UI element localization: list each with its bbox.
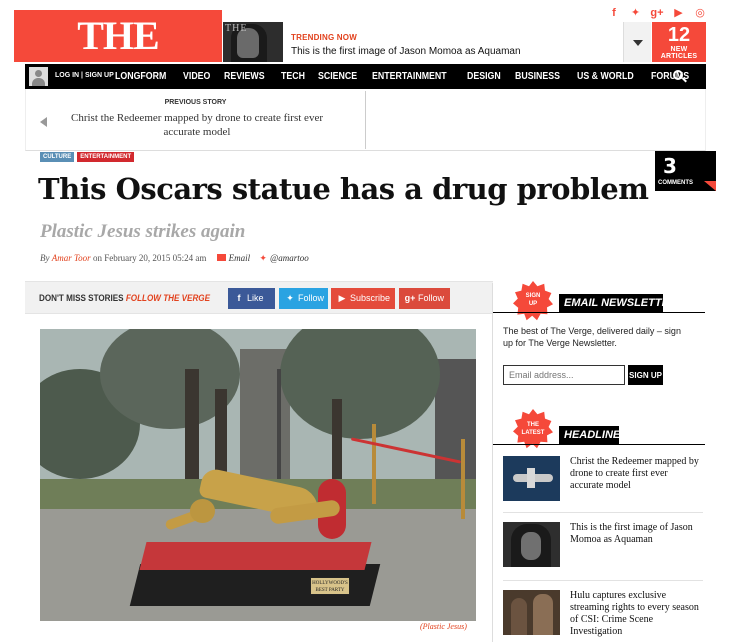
latest-badge-line1: THE	[527, 422, 539, 428]
article-headline: This Oscars statue has a drug problem	[38, 172, 649, 206]
story-divider	[365, 91, 366, 149]
new-articles-label: NEW ARTICLES	[660, 46, 698, 60]
newsletter-rule	[493, 312, 705, 313]
new-articles-count: 12	[667, 24, 691, 46]
follow-bar: DON'T MISS STORIES FOLLOW THE VERGE f Lik…	[25, 281, 493, 314]
statue-plaque: HOLLYWOOD'S BEST PARTY	[310, 577, 350, 595]
twitter-icon: ✦	[286, 293, 294, 303]
twitter-handle-link[interactable]: @amartoo	[270, 253, 309, 263]
byline: By Amar Toor on February 20, 2015 05:24 …	[40, 253, 309, 264]
headline-title[interactable]: Christ the Redeemer mapped by drone to c…	[570, 456, 703, 492]
headline-title[interactable]: Hulu captures exclusive streaming rights…	[570, 590, 703, 638]
trending-dropdown-button[interactable]	[623, 22, 651, 62]
trending-thumbnail[interactable]: THE	[223, 22, 283, 62]
follow-bar-label: DON'T MISS STORIES FOLLOW THE VERGE	[39, 293, 210, 303]
previous-story-label: PREVIOUS STORY	[164, 99, 227, 106]
main-nav: LOG IN | SIGN UP LONGFORM VIDEO REVIEWS …	[25, 64, 706, 89]
youtube-icon: ▶	[338, 293, 346, 303]
twitter-icon[interactable]: ✦	[629, 6, 643, 20]
email-icon[interactable]	[216, 254, 226, 261]
user-avatar-icon[interactable]	[29, 67, 48, 86]
headline-divider	[503, 512, 703, 513]
trending-thumb-text: THE	[225, 23, 248, 34]
twitter-follow-button[interactable]: ✦ Follow	[279, 288, 328, 309]
previous-story-title[interactable]: Christ the Redeemer mapped by drone to c…	[62, 111, 332, 139]
youtube-icon[interactable]: ▶	[672, 6, 686, 20]
article-hero-image[interactable]: HOLLYWOOD'S BEST PARTY	[40, 329, 476, 621]
article-tags: CULTURE ENTERTAINMENT	[40, 152, 135, 162]
twitter-follow-label: Follow	[298, 293, 325, 303]
verge-logo[interactable]: THE VERGE	[14, 10, 222, 110]
youtube-subscribe-label: Subscribe	[350, 293, 391, 303]
login-signup-link[interactable]: LOG IN | SIGN UP	[55, 72, 114, 79]
headline-divider	[503, 580, 703, 581]
headline-title[interactable]: This is the first image of Jason Momoa a…	[570, 522, 703, 546]
trending-title[interactable]: This is the first image of Jason Momoa a…	[291, 46, 521, 57]
headline-thumbnail[interactable]	[503, 456, 560, 501]
signup-badge-line2: UP	[528, 301, 538, 307]
masthead: THE VERGE THE TRENDING NOW This is the f…	[0, 0, 732, 110]
headlines-rule	[493, 444, 705, 445]
previous-story[interactable]: PREVIOUS STORY Christ the Redeemer mappe…	[25, 89, 706, 151]
image-caption: (Plastic Jesus)	[420, 622, 467, 631]
nav-item-business[interactable]: BUSINESS	[515, 71, 560, 82]
newsletter-title: EMAIL NEWSLETTER	[559, 294, 677, 312]
email-field[interactable]	[503, 365, 625, 385]
signup-button[interactable]: SIGN UP	[628, 365, 663, 385]
nav-item-longform[interactable]: LONGFORM	[115, 71, 166, 82]
newsletter-description: The best of The Verge, delivered daily –…	[503, 326, 681, 348]
rss-icon[interactable]: ◎	[693, 6, 707, 20]
nav-item-us-world[interactable]: US & WORLD	[577, 71, 634, 82]
headlines-title: HEADLINES	[559, 426, 628, 444]
nav-item-entertainment[interactable]: ENTERTAINMENT	[372, 71, 447, 82]
comments-corner-decoration	[704, 181, 716, 191]
youtube-subscribe-button[interactable]: ▶ Subscribe	[331, 288, 395, 309]
headline-item[interactable]: Christ the Redeemer mapped by drone to c…	[503, 456, 703, 506]
headline-item[interactable]: Hulu captures exclusive streaming rights…	[503, 590, 703, 640]
follow-verge-label: FOLLOW THE VERGE	[125, 293, 211, 303]
email-link[interactable]: Email	[229, 253, 251, 263]
social-links: f ✦ g+ ▶ ◎	[607, 6, 707, 20]
dont-miss-label: DON'T MISS STORIES	[39, 293, 124, 303]
byline-by: By	[40, 253, 50, 263]
article-subhead: Plastic Jesus strikes again	[40, 221, 246, 242]
nav-item-tech[interactable]: TECH	[281, 71, 305, 82]
chevron-left-icon[interactable]	[40, 117, 47, 127]
signup-badge-line1: SIGN	[525, 293, 541, 299]
author-link[interactable]: Amar Toor	[52, 253, 91, 263]
facebook-icon: f	[237, 293, 241, 303]
googleplus-follow-label: Follow	[418, 293, 445, 303]
tag-entertainment[interactable]: ENTERTAINMENT	[77, 152, 135, 162]
article-date: on February 20, 2015 05:24 am	[92, 253, 207, 263]
twitter-icon[interactable]: ✦	[259, 254, 267, 264]
tag-culture[interactable]: CULTURE	[40, 152, 75, 162]
statue-plaque-text: HOLLYWOOD'S BEST PARTY	[312, 581, 348, 593]
chevron-down-icon	[633, 40, 643, 46]
nav-item-design[interactable]: DESIGN	[467, 71, 501, 82]
trending-now[interactable]: TRENDING NOW This is the first image of …	[283, 22, 623, 62]
new-articles-button[interactable]: 12 NEW ARTICLES	[652, 22, 706, 62]
comments-count: 3	[663, 154, 677, 178]
nav-items: LONGFORM VIDEO REVIEWS TECH SCIENCE ENTE…	[115, 64, 704, 89]
headline-thumbnail[interactable]	[503, 590, 560, 635]
signup-badge: SIGN UP	[513, 281, 553, 321]
headline-thumbnail[interactable]	[503, 522, 560, 567]
googleplus-follow-button[interactable]: g+ Follow	[399, 288, 450, 309]
search-icon[interactable]	[673, 70, 687, 84]
google-plus-icon[interactable]: g+	[650, 6, 664, 20]
headline-item[interactable]: This is the first image of Jason Momoa a…	[503, 522, 703, 572]
facebook-like-button[interactable]: f Like	[228, 288, 275, 309]
facebook-like-label: Like	[247, 293, 264, 303]
comments-label: COMMENTS	[658, 180, 693, 186]
latest-badge-line2: LATEST	[521, 430, 545, 436]
nav-item-reviews[interactable]: REVIEWS	[224, 71, 265, 82]
facebook-icon[interactable]: f	[607, 6, 621, 20]
nav-item-science[interactable]: SCIENCE	[318, 71, 357, 82]
nav-item-video[interactable]: VIDEO	[183, 71, 210, 82]
latest-badge: THE LATEST	[513, 409, 553, 449]
trending-label: TRENDING NOW	[291, 33, 357, 42]
sidebar-divider	[492, 283, 493, 642]
google-plus-icon: g+	[404, 293, 416, 303]
